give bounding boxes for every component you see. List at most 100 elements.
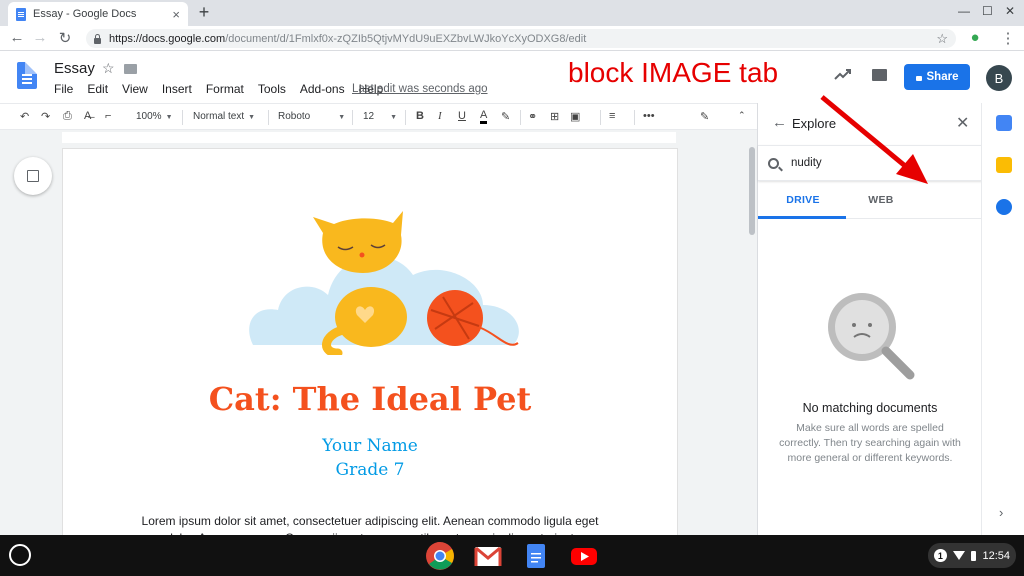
tab-web[interactable]: WEB	[836, 194, 926, 206]
underline-button[interactable]: U	[458, 110, 466, 122]
more-button[interactable]: •••	[643, 110, 655, 122]
document-grade-line: Grade 7	[335, 460, 405, 480]
star-icon[interactable]: ☆	[102, 60, 115, 77]
forward-arrow-icon[interactable]: →	[31, 29, 49, 46]
expand-panel-icon[interactable]: ›	[999, 505, 1003, 520]
active-tab-indicator	[758, 216, 846, 219]
collapse-icon[interactable]: ⌃	[738, 110, 746, 121]
minimize-icon[interactable]: —	[958, 4, 970, 18]
zoom-value: 100%	[136, 111, 162, 122]
keep-icon[interactable]	[996, 157, 1012, 173]
folder-icon[interactable]	[124, 64, 137, 74]
back-arrow-icon[interactable]: ←	[772, 114, 787, 131]
document-outline-button[interactable]	[14, 157, 52, 195]
menu-edit[interactable]: Edit	[87, 82, 108, 96]
share-button[interactable]: Share	[904, 64, 970, 90]
extension-icon[interactable]: ●	[966, 29, 984, 46]
zoom-select[interactable]: 100% ▼	[136, 111, 173, 122]
explore-search-input[interactable]	[791, 157, 971, 169]
spellcheck-icon[interactable]: A̶	[84, 110, 91, 122]
docs-app-icon[interactable]	[521, 541, 551, 571]
launcher-icon[interactable]	[9, 544, 31, 566]
text-color-button[interactable]: A	[480, 110, 488, 124]
outline-icon	[27, 170, 39, 182]
clock: 12:54	[982, 549, 1010, 562]
back-arrow-icon[interactable]: ←	[8, 29, 26, 46]
document-canvas: Cat: The Ideal Pet Your Name Grade 7 Lor…	[10, 145, 757, 545]
menu-format[interactable]: Format	[206, 82, 244, 96]
bold-button[interactable]: B	[416, 110, 424, 122]
undo-icon[interactable]: ↶	[20, 110, 29, 123]
toolbar-divider	[634, 110, 635, 125]
chrome-icon[interactable]	[425, 541, 455, 571]
paint-format-icon[interactable]: ⌐	[105, 110, 111, 122]
explore-tabs: DRIVE WEB	[758, 183, 982, 219]
avatar[interactable]: B	[986, 65, 1012, 91]
document-page[interactable]: Cat: The Ideal Pet Your Name Grade 7 Lor…	[63, 149, 677, 545]
url-path: /document/d/1Fmlxf0x-zQZIb5QtjvMYdU9uEXZ…	[225, 32, 587, 45]
toolbar-divider	[182, 110, 183, 125]
os-shelf: 1 12:54	[0, 535, 1024, 576]
print-icon[interactable]: ⎙	[63, 110, 72, 123]
notification-badge: 1	[934, 549, 947, 562]
search-icon	[768, 157, 779, 169]
menu-insert[interactable]: Insert	[162, 82, 192, 96]
docs-logo-icon[interactable]	[17, 62, 37, 89]
window-close-icon[interactable]: ✕	[1005, 4, 1015, 18]
align-icon[interactable]: ≡	[609, 110, 615, 122]
close-icon[interactable]: ✕	[956, 113, 969, 133]
comments-icon[interactable]	[872, 69, 887, 81]
screen: Essay - Google Docs × + — ☐ ✕ ← → ↻ http…	[0, 0, 1024, 576]
url-host: https://docs.google.com	[109, 32, 226, 45]
style-select[interactable]: Normal text ▼	[193, 111, 255, 122]
gmail-icon[interactable]	[473, 541, 503, 571]
activity-trend-icon[interactable]	[834, 67, 852, 81]
horizontal-ruler	[0, 130, 757, 145]
scrollbar-thumb[interactable]	[749, 147, 755, 235]
redo-icon[interactable]: ↷	[41, 110, 50, 123]
browser-tab[interactable]: Essay - Google Docs ×	[8, 2, 188, 26]
font-caret-icon: ▼	[338, 114, 346, 121]
tab-close-icon[interactable]: ×	[172, 7, 180, 22]
menu-file[interactable]: File	[54, 82, 73, 96]
side-panel: ›	[981, 103, 1024, 535]
style-value: Normal text	[193, 111, 245, 122]
browser-toolbar: ← → ↻ https://docs.google.com /document/…	[0, 26, 1024, 51]
cat-illustration	[249, 211, 519, 355]
link-icon[interactable]: ⚭	[528, 110, 537, 123]
reload-icon[interactable]: ↻	[56, 29, 74, 47]
last-edit-link[interactable]: Last edit was seconds ago	[352, 83, 488, 95]
font-size-value: 12	[363, 111, 375, 122]
italic-button[interactable]: I	[438, 110, 442, 122]
menu-bar: File Edit View Insert Format Tools Add-o…	[54, 82, 397, 96]
image-icon[interactable]: ▣	[570, 110, 580, 123]
new-tab-button[interactable]: +	[194, 2, 214, 23]
maximize-icon[interactable]: ☐	[982, 4, 993, 18]
docs-favicon-icon	[16, 7, 26, 21]
zoom-caret-icon: ▼	[165, 114, 173, 121]
tab-drive[interactable]: DRIVE	[758, 194, 848, 206]
document-title[interactable]: Essay	[54, 60, 95, 77]
share-lock-icon	[915, 75, 922, 81]
status-tray[interactable]: 1 12:54	[928, 543, 1016, 568]
font-select[interactable]: Roboto ▼	[278, 111, 345, 122]
tasks-icon[interactable]	[996, 199, 1012, 215]
menu-addons[interactable]: Add-ons	[300, 82, 345, 96]
bookmark-star-icon[interactable]: ☆	[936, 31, 948, 47]
toolbar-divider	[352, 110, 353, 125]
explore-panel: ← Explore ✕ DRIVE WEB No matching docume…	[757, 103, 982, 535]
menu-tools[interactable]: Tools	[258, 82, 286, 96]
calendar-icon[interactable]	[996, 115, 1012, 131]
document-heading: Cat: The Ideal Pet	[208, 380, 532, 418]
document-scrollbar[interactable]	[747, 145, 757, 535]
comment-add-icon[interactable]: ⊞	[550, 110, 559, 123]
editing-mode-icon[interactable]: ✎	[700, 110, 709, 123]
menu-view[interactable]: View	[122, 82, 148, 96]
youtube-icon[interactable]	[569, 541, 599, 571]
address-bar[interactable]: https://docs.google.com /document/d/1Fml…	[86, 29, 956, 48]
highlight-icon[interactable]: ✎	[501, 110, 510, 123]
font-value: Roboto	[278, 111, 311, 122]
font-size-select[interactable]: 12 ▼	[363, 111, 397, 122]
tab-title: Essay - Google Docs	[33, 8, 137, 20]
browser-menu-icon[interactable]: ⋮	[999, 29, 1017, 47]
